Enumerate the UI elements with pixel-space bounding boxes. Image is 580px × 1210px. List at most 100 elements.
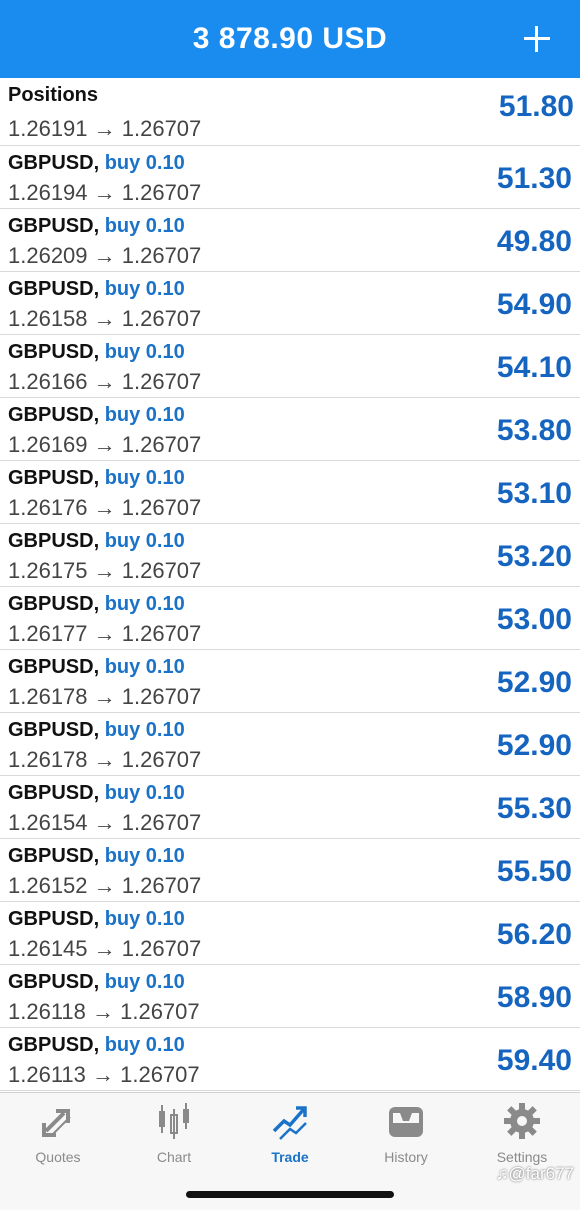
position-side-volume: buy 0.10 [104, 278, 185, 300]
position-row[interactable]: GBPUSD, buy 0.10 1.26175 → 1.26707 53.20 [0, 524, 580, 587]
position-profit: 52.90 [496, 666, 572, 699]
position-title: GBPUSD, buy 0.10 [8, 152, 185, 175]
position-side-volume: buy 0.10 [104, 971, 185, 993]
positions-list[interactable]: Positions 1.26191 → 1.26707 51.80 GBPUSD… [0, 78, 580, 1092]
position-profit: 52.90 [496, 729, 572, 762]
position-profit: 53.00 [496, 603, 572, 636]
tab-trade[interactable]: Trade [232, 1101, 348, 1171]
position-row[interactable]: GBPUSD, buy 0.10 1.26166 → 1.26707 54.10 [0, 335, 580, 398]
position-profit: 53.20 [496, 540, 572, 573]
position-profit: 49.80 [496, 225, 572, 258]
position-symbol: GBPUSD, [8, 467, 100, 489]
trade-trend-icon [272, 1106, 307, 1140]
position-side-volume: buy 0.10 [104, 719, 185, 741]
position-title: GBPUSD, buy 0.10 [8, 404, 185, 427]
position-row[interactable]: GBPUSD, buy 0.10 1.26178 → 1.26707 52.90 [0, 650, 580, 713]
position-row[interactable]: GBPUSD, buy 0.10 1.26145 → 1.26707 56.20 [0, 902, 580, 965]
position-side-volume: buy 0.10 [104, 404, 185, 426]
candlestick-chart-icon [159, 1103, 189, 1139]
position-row[interactable]: GBPUSD, buy 0.10 1.26158 → 1.26707 54.90 [0, 272, 580, 335]
tab-label: Quotes [35, 1149, 81, 1165]
tab-label: History [384, 1149, 428, 1165]
position-side-volume: buy 0.10 [104, 1034, 185, 1056]
position-row[interactable]: GBPUSD, buy 0.10 1.26176 → 1.26707 53.10 [0, 461, 580, 524]
position-title: GBPUSD, buy 0.10 [8, 467, 185, 490]
position-profit: 55.30 [496, 792, 572, 825]
position-title: GBPUSD, buy 0.10 [8, 593, 185, 616]
position-row[interactable]: GBPUSD, buy 0.10 1.26194 → 1.26707 51.30 [0, 146, 580, 209]
position-symbol: GBPUSD, [8, 656, 100, 678]
position-prices: 1.26209 → 1.26707 [8, 243, 202, 268]
position-side-volume: buy 0.10 [104, 656, 185, 678]
position-title: GBPUSD, buy 0.10 [8, 908, 185, 931]
position-title: GBPUSD, buy 0.10 [8, 845, 185, 868]
position-row[interactable]: GBPUSD, buy 0.10 1.26178 → 1.26707 52.90 [0, 713, 580, 776]
position-profit: 58.90 [496, 981, 572, 1014]
position-prices: 1.26178 → 1.26707 [8, 684, 202, 709]
position-side-volume: buy 0.10 [104, 845, 185, 867]
position-side-volume: buy 0.10 [104, 341, 185, 363]
add-order-icon[interactable] [522, 24, 552, 54]
position-title: GBPUSD, buy 0.10 [8, 530, 185, 553]
tab-label: Settings [496, 1149, 548, 1165]
position-side-volume: buy 0.10 [104, 467, 185, 489]
position-prices: 1.26194 → 1.26707 [8, 180, 202, 205]
tab-settings[interactable]: Settings [464, 1101, 580, 1171]
position-prices: 1.26166 → 1.26707 [8, 369, 202, 394]
position-prices: 1.26113 → 1.26707 [8, 1062, 200, 1087]
position-title: GBPUSD, buy 0.10 [8, 719, 185, 742]
position-symbol: GBPUSD, [8, 908, 100, 930]
position-side-volume: buy 0.10 [104, 593, 185, 615]
position-row[interactable]: GBPUSD, buy 0.10 1.26209 → 1.26707 49.80 [0, 209, 580, 272]
position-prices: 1.26191 → 1.26707 [8, 116, 202, 141]
position-prices: 1.26145 → 1.26707 [8, 936, 202, 961]
quotes-arrows-icon [42, 1109, 71, 1137]
position-profit: 59.40 [496, 1044, 572, 1077]
position-title: GBPUSD, buy 0.10 [8, 656, 185, 679]
position-side-volume: buy 0.10 [104, 908, 185, 930]
position-title: GBPUSD, buy 0.10 [8, 971, 185, 994]
position-prices: 1.26154 → 1.26707 [8, 810, 202, 835]
position-symbol: GBPUSD, [8, 719, 100, 741]
position-side-volume: buy 0.10 [104, 782, 185, 804]
tab-quotes[interactable]: Quotes [0, 1101, 116, 1171]
position-row[interactable]: GBPUSD, buy 0.10 1.26152 → 1.26707 55.50 [0, 839, 580, 902]
position-title: GBPUSD, buy 0.10 [8, 278, 185, 301]
tab-chart[interactable]: Chart [116, 1101, 232, 1171]
section-title: Positions [8, 84, 99, 107]
position-symbol: GBPUSD, [8, 530, 100, 552]
position-prices: 1.26169 → 1.26707 [8, 432, 202, 457]
position-row[interactable]: GBPUSD, buy 0.10 1.26113 → 1.26707 59.40 [0, 1028, 580, 1091]
position-symbol: GBPUSD, [8, 1034, 100, 1056]
position-prices: 1.26175 → 1.26707 [8, 558, 202, 583]
position-row[interactable]: GBPUSD, buy 0.10 1.26169 → 1.26707 53.80 [0, 398, 580, 461]
position-rows: GBPUSD, buy 0.10 1.26194 → 1.26707 51.30 GB… [0, 146, 580, 1091]
position-prices: 1.26158 → 1.26707 [8, 306, 202, 331]
position-profit: 51.80 [498, 90, 574, 123]
position-row[interactable]: GBPUSD, buy 0.10 1.26154 → 1.26707 55.30 [0, 776, 580, 839]
position-symbol: GBPUSD, [8, 782, 100, 804]
position-row[interactable]: GBPUSD, buy 0.10 1.26118 → 1.26707 58.90 [0, 965, 580, 1028]
position-symbol: GBPUSD, [8, 278, 100, 300]
position-symbol: GBPUSD, [8, 593, 100, 615]
position-title: GBPUSD, buy 0.10 [8, 782, 185, 805]
history-inbox-icon [389, 1107, 423, 1137]
position-prices: 1.26177 → 1.26707 [8, 621, 202, 646]
position-symbol: GBPUSD, [8, 152, 100, 174]
position-profit: 53.10 [496, 477, 572, 510]
position-profit: 54.10 [496, 351, 572, 384]
position-symbol: GBPUSD, [8, 845, 100, 867]
position-prices: 1.26152 → 1.26707 [8, 873, 202, 898]
account-balance: 3 878.90 USD [192, 22, 388, 55]
app-header: 3 878.90 USD [0, 0, 580, 78]
position-prices: 1.26118 → 1.26707 [8, 999, 200, 1024]
tab-label: Trade [271, 1149, 309, 1165]
position-prices: 1.26176 → 1.26707 [8, 495, 202, 520]
position-title: GBPUSD, buy 0.10 [8, 215, 185, 238]
gear-icon [504, 1103, 540, 1139]
watermark: ♫@far677 [495, 1164, 574, 1183]
position-profit: 53.80 [496, 414, 572, 447]
tab-label: Chart [156, 1149, 192, 1165]
position-row[interactable]: GBPUSD, buy 0.10 1.26177 → 1.26707 53.00 [0, 587, 580, 650]
tab-history[interactable]: History [348, 1101, 464, 1171]
